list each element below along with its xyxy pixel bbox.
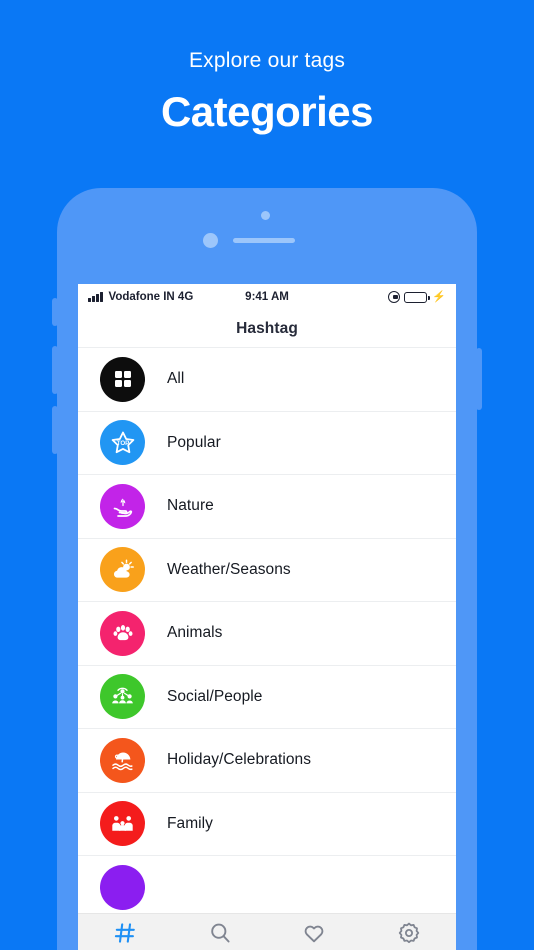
- screenshot-stage: Explore our tags Categories Vodafone IN …: [0, 0, 534, 950]
- mute-switch-button[interactable]: [52, 298, 58, 326]
- grid-icon: [100, 356, 145, 402]
- status-time: 9:41 AM: [245, 291, 289, 303]
- top-star-icon: TOP: [100, 420, 145, 466]
- carrier-label: Vodafone IN 4G: [108, 291, 194, 303]
- list-item[interactable]: [78, 856, 456, 920]
- list-item-label: Holiday/Celebrations: [167, 751, 312, 769]
- list-item[interactable]: TOP Popular: [78, 411, 456, 475]
- page-title: Categories: [160, 88, 374, 135]
- list-item[interactable]: Weather/Seasons: [78, 538, 456, 602]
- list-item[interactable]: All: [78, 348, 456, 412]
- front-camera-dot: [203, 233, 218, 248]
- signal-bars-icon: [88, 292, 103, 302]
- lightning-bolt-icon: ⚡: [432, 290, 447, 303]
- nav-title: Hashtag: [236, 319, 298, 337]
- tab-setting[interactable]: Setting: [362, 921, 457, 950]
- sun-cloud-icon: [100, 547, 145, 593]
- category-list: All TOP Popular Nature Weather/Seasons A…: [78, 348, 456, 920]
- proximity-sensor-dot: [261, 211, 270, 220]
- list-item-label: Animals: [167, 624, 223, 642]
- volume-down-button[interactable]: [52, 406, 58, 454]
- heart-icon: [302, 921, 326, 945]
- earpiece-speaker: [233, 238, 295, 243]
- list-item[interactable]: Family: [78, 792, 456, 856]
- tab-category[interactable]: Category: [78, 921, 173, 950]
- app-navigation-bar: Hashtag: [78, 310, 456, 348]
- family-group-icon: [100, 801, 145, 847]
- list-item[interactable]: Holiday/Celebrations: [78, 729, 456, 793]
- people-network-icon: [100, 674, 145, 720]
- list-item-label: Social/People: [167, 687, 263, 705]
- tab-search[interactable]: Search: [173, 921, 268, 950]
- volume-up-button[interactable]: [52, 346, 58, 394]
- svg-text:TOP: TOP: [116, 440, 129, 447]
- plant-hand-icon: [100, 483, 145, 529]
- bottom-tab-bar: Category Search Favorite: [78, 913, 456, 950]
- power-button[interactable]: [476, 348, 482, 410]
- list-item-label: Popular: [167, 433, 221, 451]
- list-item[interactable]: Nature: [78, 475, 456, 539]
- rotation-lock-icon: [388, 291, 401, 303]
- battery-icon: [404, 291, 430, 303]
- page-header: Explore our tags Categories: [0, 0, 534, 138]
- search-icon: [208, 921, 232, 945]
- list-item-label: Nature: [167, 497, 214, 515]
- hashtag-icon: [113, 921, 137, 945]
- phone-screen: Vodafone IN 4G 9:41 AM ⚡ Hashtag All TOP…: [78, 284, 456, 950]
- status-bar: Vodafone IN 4G 9:41 AM ⚡: [78, 284, 456, 310]
- partial-icon: [100, 864, 145, 910]
- list-item-label: Weather/Seasons: [167, 560, 291, 578]
- header-subtitle: Explore our tags: [188, 49, 346, 72]
- list-item-label: All: [167, 370, 185, 388]
- paw-print-icon: [100, 610, 145, 656]
- tab-favorite[interactable]: Favorite: [267, 921, 362, 950]
- list-item-label: Family: [167, 814, 213, 832]
- list-item[interactable]: Animals: [78, 602, 456, 666]
- gear-icon: [397, 921, 421, 945]
- beach-umbrella-icon: [100, 737, 145, 783]
- phone-mockup: Vodafone IN 4G 9:41 AM ⚡ Hashtag All TOP…: [52, 188, 482, 950]
- list-item[interactable]: Social/People: [78, 665, 456, 729]
